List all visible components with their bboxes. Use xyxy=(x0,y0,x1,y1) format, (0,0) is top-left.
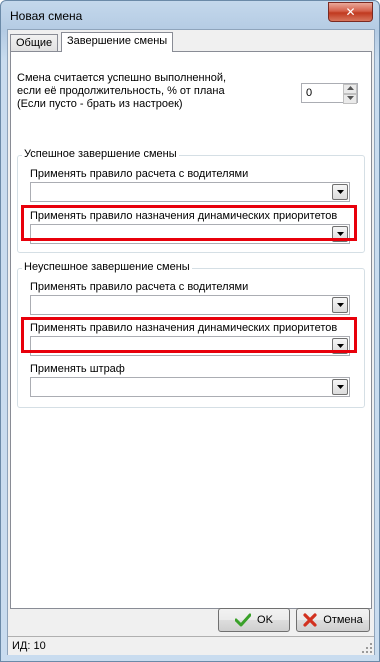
spin-down-button[interactable] xyxy=(343,94,357,104)
failure-driver-rule-label: Применять правило расчета с водителями xyxy=(30,281,249,293)
close-button[interactable]: ✕ xyxy=(328,2,373,22)
threshold-label-line-1: Смена считается успешно выполненной, xyxy=(17,72,227,84)
status-bar: ИД: 10 xyxy=(8,636,374,655)
close-icon: ✕ xyxy=(345,5,356,19)
ok-button[interactable]: OK xyxy=(218,608,290,632)
success-driver-rule-select[interactable] xyxy=(30,182,350,202)
dropdown-button[interactable] xyxy=(332,379,348,395)
failure-driver-rule-select[interactable] xyxy=(30,295,350,315)
chevron-down-icon xyxy=(336,190,344,194)
cancel-button-label: Отмена xyxy=(323,614,363,626)
ok-button-label: OK xyxy=(257,614,273,626)
title-bar[interactable]: Новая смена ✕ xyxy=(1,1,379,29)
resize-grip-icon[interactable] xyxy=(362,643,372,653)
threshold-label: Смена считается успешно выполненной, есл… xyxy=(17,72,277,111)
penalty-select[interactable] xyxy=(30,377,350,397)
spin-up-icon xyxy=(346,86,354,90)
tab-shift-completion[interactable]: Завершение смены xyxy=(61,32,174,52)
status-id: ИД: 10 xyxy=(12,640,46,652)
threshold-label-line-2: если её продолжительность, % от плана xyxy=(17,85,225,97)
cross-icon xyxy=(303,613,317,627)
chevron-down-icon xyxy=(336,303,344,307)
dropdown-button[interactable] xyxy=(332,297,348,313)
dropdown-button[interactable] xyxy=(332,184,348,200)
spin-down-icon xyxy=(346,96,354,100)
threshold-value[interactable]: 0 xyxy=(306,87,312,99)
tab-shift-completion-label: Завершение смены xyxy=(67,35,168,47)
window-title: Новая смена xyxy=(10,9,83,23)
check-icon xyxy=(235,613,252,627)
success-group-title: Успешное завершение смены xyxy=(22,148,179,160)
penalty-label: Применять штраф xyxy=(30,363,125,375)
highlight-box-failure-priority xyxy=(21,317,357,353)
threshold-spinner[interactable]: 0 xyxy=(301,83,358,104)
tab-panel-shift-completion: Смена считается успешно выполненной, есл… xyxy=(10,51,372,609)
highlight-box-success-priority xyxy=(21,205,357,241)
dialog-window: Новая смена ✕ Общие Завершение смены Сме… xyxy=(0,0,380,662)
tab-general-label: Общие xyxy=(16,37,53,49)
success-driver-rule-label: Применять правило расчета с водителями xyxy=(30,168,249,180)
spinner-buttons xyxy=(343,84,357,104)
tab-general[interactable]: Общие xyxy=(10,34,59,51)
dialog-client: Общие Завершение смены Смена считается у… xyxy=(7,29,375,655)
cancel-button[interactable]: Отмена xyxy=(296,608,370,632)
chevron-down-icon xyxy=(336,385,344,389)
spin-up-button[interactable] xyxy=(343,84,357,94)
failure-group-title: Неуспешное завершение смены xyxy=(22,261,192,273)
threshold-label-line-3: (Если пусто - брать из настроек) xyxy=(17,98,183,110)
